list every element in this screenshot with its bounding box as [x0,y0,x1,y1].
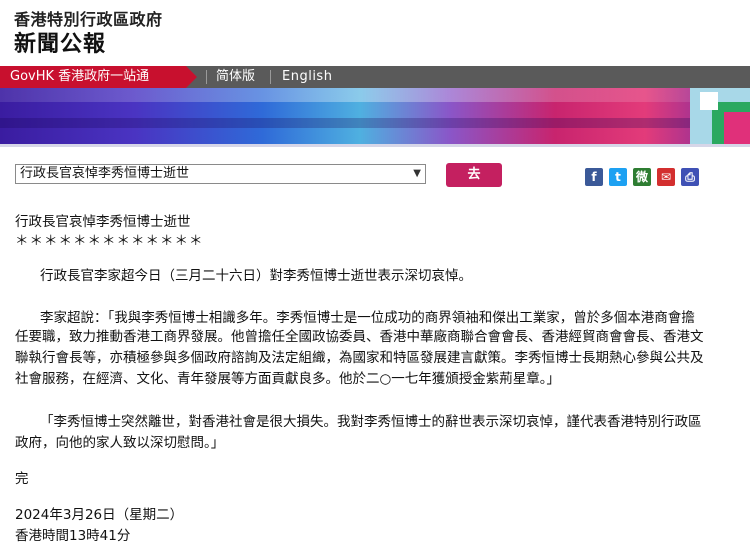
banner-band [0,88,750,102]
banner-block [700,92,718,110]
chevron-down-icon: ▼ [413,168,421,179]
release-time: 香港時間13時41分 [15,528,131,544]
banner-band [0,118,750,128]
print-icon[interactable]: ⎙ [681,168,699,186]
banner-block [724,112,750,144]
govhk-link[interactable]: GovHK 香港政府一站通 [0,66,197,88]
paragraph-2-line: 聯執行會長等，亦積極參與多個政府諮詢及法定組織，為國家和特區發展建言獻策。李秀恒… [15,350,704,366]
facebook-icon[interactable]: f [585,168,603,186]
simplified-chinese-link[interactable]: 简体版 [216,66,255,88]
paragraph-3-line: 「李秀恒博士突然離世，對香港社會是很大損失。我對李秀恒博士的辭世表示深切哀悼，謹… [40,414,702,430]
paragraph-1: 行政長官李家超今日（三月二十六日）對李秀恒博士逝世表示深切哀悼。 [40,268,472,284]
press-release-select[interactable]: 行政長官哀悼李秀恒博士逝世 ▼ [15,164,426,184]
paragraph-3-line: 政府，向他的家人致以深切慰問。」 [15,435,225,451]
release-date: 2024年3月26日（星期二） [15,507,184,523]
english-link[interactable]: English [282,66,332,88]
end-mark: 完 [15,471,29,487]
weibo-icon[interactable]: 微 [633,168,651,186]
title-stars: ＊＊＊＊＊＊＊＊＊＊＊＊＊ [15,233,204,249]
twitter-icon[interactable]: t [609,168,627,186]
select-value: 行政長官哀悼李秀恒博士逝世 [20,166,190,181]
go-button[interactable]: 去 [446,163,502,187]
nav-separator [206,70,207,84]
mail-icon[interactable]: ✉ [657,168,675,186]
paragraph-2-line: 社會服務，在經濟、文化、青年發展等方面貢獻良多。他於二○一七年獲頒授金紫荊星章。… [15,371,561,387]
banner-divider [0,144,750,147]
nav-separator [270,70,271,84]
top-navbar: GovHK 香港政府一站通 简体版 English [0,66,750,88]
paragraph-2-line: 任要職，致力推動香港工商界發展。他曾擔任全國政協委員、香港中華廠商聯合會會長、香… [15,329,704,345]
banner-image [0,88,750,144]
page-title: 新聞公報 [14,32,107,57]
article-title: 行政長官哀悼李秀恒博士逝世 [15,214,191,230]
paragraph-2-line: 李家超說：「我與李秀恒博士相識多年。李秀恒博士是一位成功的商界領袖和傑出工業家，… [40,310,695,326]
